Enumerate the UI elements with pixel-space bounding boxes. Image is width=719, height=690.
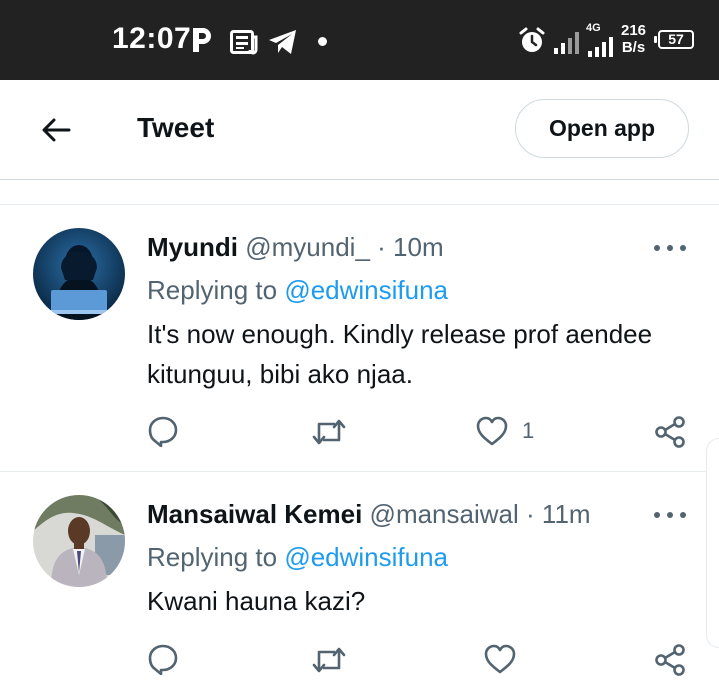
tweet-item[interactable]: Mansaiwal Kemei @mansaiwal · 11m Replyin… bbox=[0, 473, 719, 690]
replying-to-line: Replying to @edwinsifuna bbox=[147, 542, 448, 573]
reply-button[interactable] bbox=[147, 643, 179, 675]
parking-icon bbox=[193, 28, 211, 52]
tweet-item[interactable]: Myundi @myundi_ · 10m Replying to @edwin… bbox=[0, 206, 719, 472]
back-button[interactable] bbox=[34, 108, 78, 152]
retweet-button[interactable] bbox=[311, 645, 347, 675]
status-bar: 12:07 4G 216 B/s 57 bbox=[0, 0, 719, 80]
signal-4g-icon bbox=[588, 37, 613, 57]
replying-prefix: Replying to bbox=[147, 542, 278, 572]
like-button[interactable]: 1 bbox=[476, 416, 534, 446]
replying-to-mention[interactable]: @edwinsifuna bbox=[284, 275, 448, 305]
floating-compose-edge[interactable] bbox=[706, 438, 719, 648]
network-speed-value: 216 bbox=[621, 22, 647, 39]
like-count: 1 bbox=[522, 418, 535, 443]
share-icon bbox=[655, 644, 685, 676]
replying-prefix: Replying to bbox=[147, 275, 278, 305]
network-speed: 216 B/s bbox=[621, 22, 646, 56]
reply-icon bbox=[148, 416, 178, 447]
tweet-header: Mansaiwal Kemei @mansaiwal · 11m bbox=[147, 499, 591, 530]
retweet-icon bbox=[312, 647, 346, 673]
tweet-time[interactable]: 10m bbox=[393, 232, 444, 262]
like-button[interactable] bbox=[484, 644, 516, 674]
share-button[interactable] bbox=[654, 416, 686, 448]
time-separator: · bbox=[377, 232, 386, 262]
avatar[interactable] bbox=[33, 228, 125, 320]
more-options-icon[interactable] bbox=[654, 507, 686, 523]
heart-icon bbox=[484, 644, 516, 674]
tweet-text: It's now enough. Kindly release prof aen… bbox=[147, 319, 653, 389]
tweet-text: Kwani hauna kazi? bbox=[147, 586, 366, 616]
retweet-button[interactable] bbox=[311, 417, 347, 447]
author-handle[interactable]: @myundi_ bbox=[245, 232, 370, 262]
retweet-icon bbox=[312, 419, 346, 445]
heart-icon bbox=[476, 416, 508, 446]
reply-icon bbox=[148, 644, 178, 675]
status-time: 12:07 bbox=[112, 22, 192, 55]
time-separator: · bbox=[526, 499, 535, 529]
author-name[interactable]: Myundi bbox=[147, 232, 238, 262]
reply-button[interactable] bbox=[147, 415, 179, 447]
divider bbox=[0, 181, 719, 205]
replying-to-mention[interactable]: @edwinsifuna bbox=[284, 542, 448, 572]
signal-icon bbox=[554, 32, 579, 54]
tweet-header: Myundi @myundi_ · 10m bbox=[147, 232, 444, 263]
notification-dot-icon bbox=[318, 37, 327, 46]
more-options-icon[interactable] bbox=[654, 240, 686, 256]
battery-icon: 57 bbox=[654, 30, 694, 49]
author-name[interactable]: Mansaiwal Kemei bbox=[147, 499, 362, 529]
news-icon bbox=[230, 30, 258, 55]
share-button[interactable] bbox=[654, 644, 686, 676]
avatar-hacker-image bbox=[33, 228, 125, 320]
share-icon bbox=[655, 416, 685, 448]
arrow-left-icon bbox=[42, 118, 71, 142]
replying-to-line: Replying to @edwinsifuna bbox=[147, 275, 448, 306]
page-title: Tweet bbox=[137, 112, 215, 143]
network-speed-unit: B/s bbox=[621, 39, 646, 56]
tweet-time[interactable]: 11m bbox=[542, 499, 591, 529]
avatar-man-suit-image bbox=[33, 495, 125, 587]
open-app-button[interactable]: Open app bbox=[515, 99, 689, 158]
avatar[interactable] bbox=[33, 495, 125, 587]
alarm-icon bbox=[519, 27, 545, 52]
top-header: Tweet Open app bbox=[0, 80, 719, 180]
author-handle[interactable]: @mansaiwal bbox=[370, 499, 519, 529]
telegram-icon bbox=[269, 30, 296, 54]
